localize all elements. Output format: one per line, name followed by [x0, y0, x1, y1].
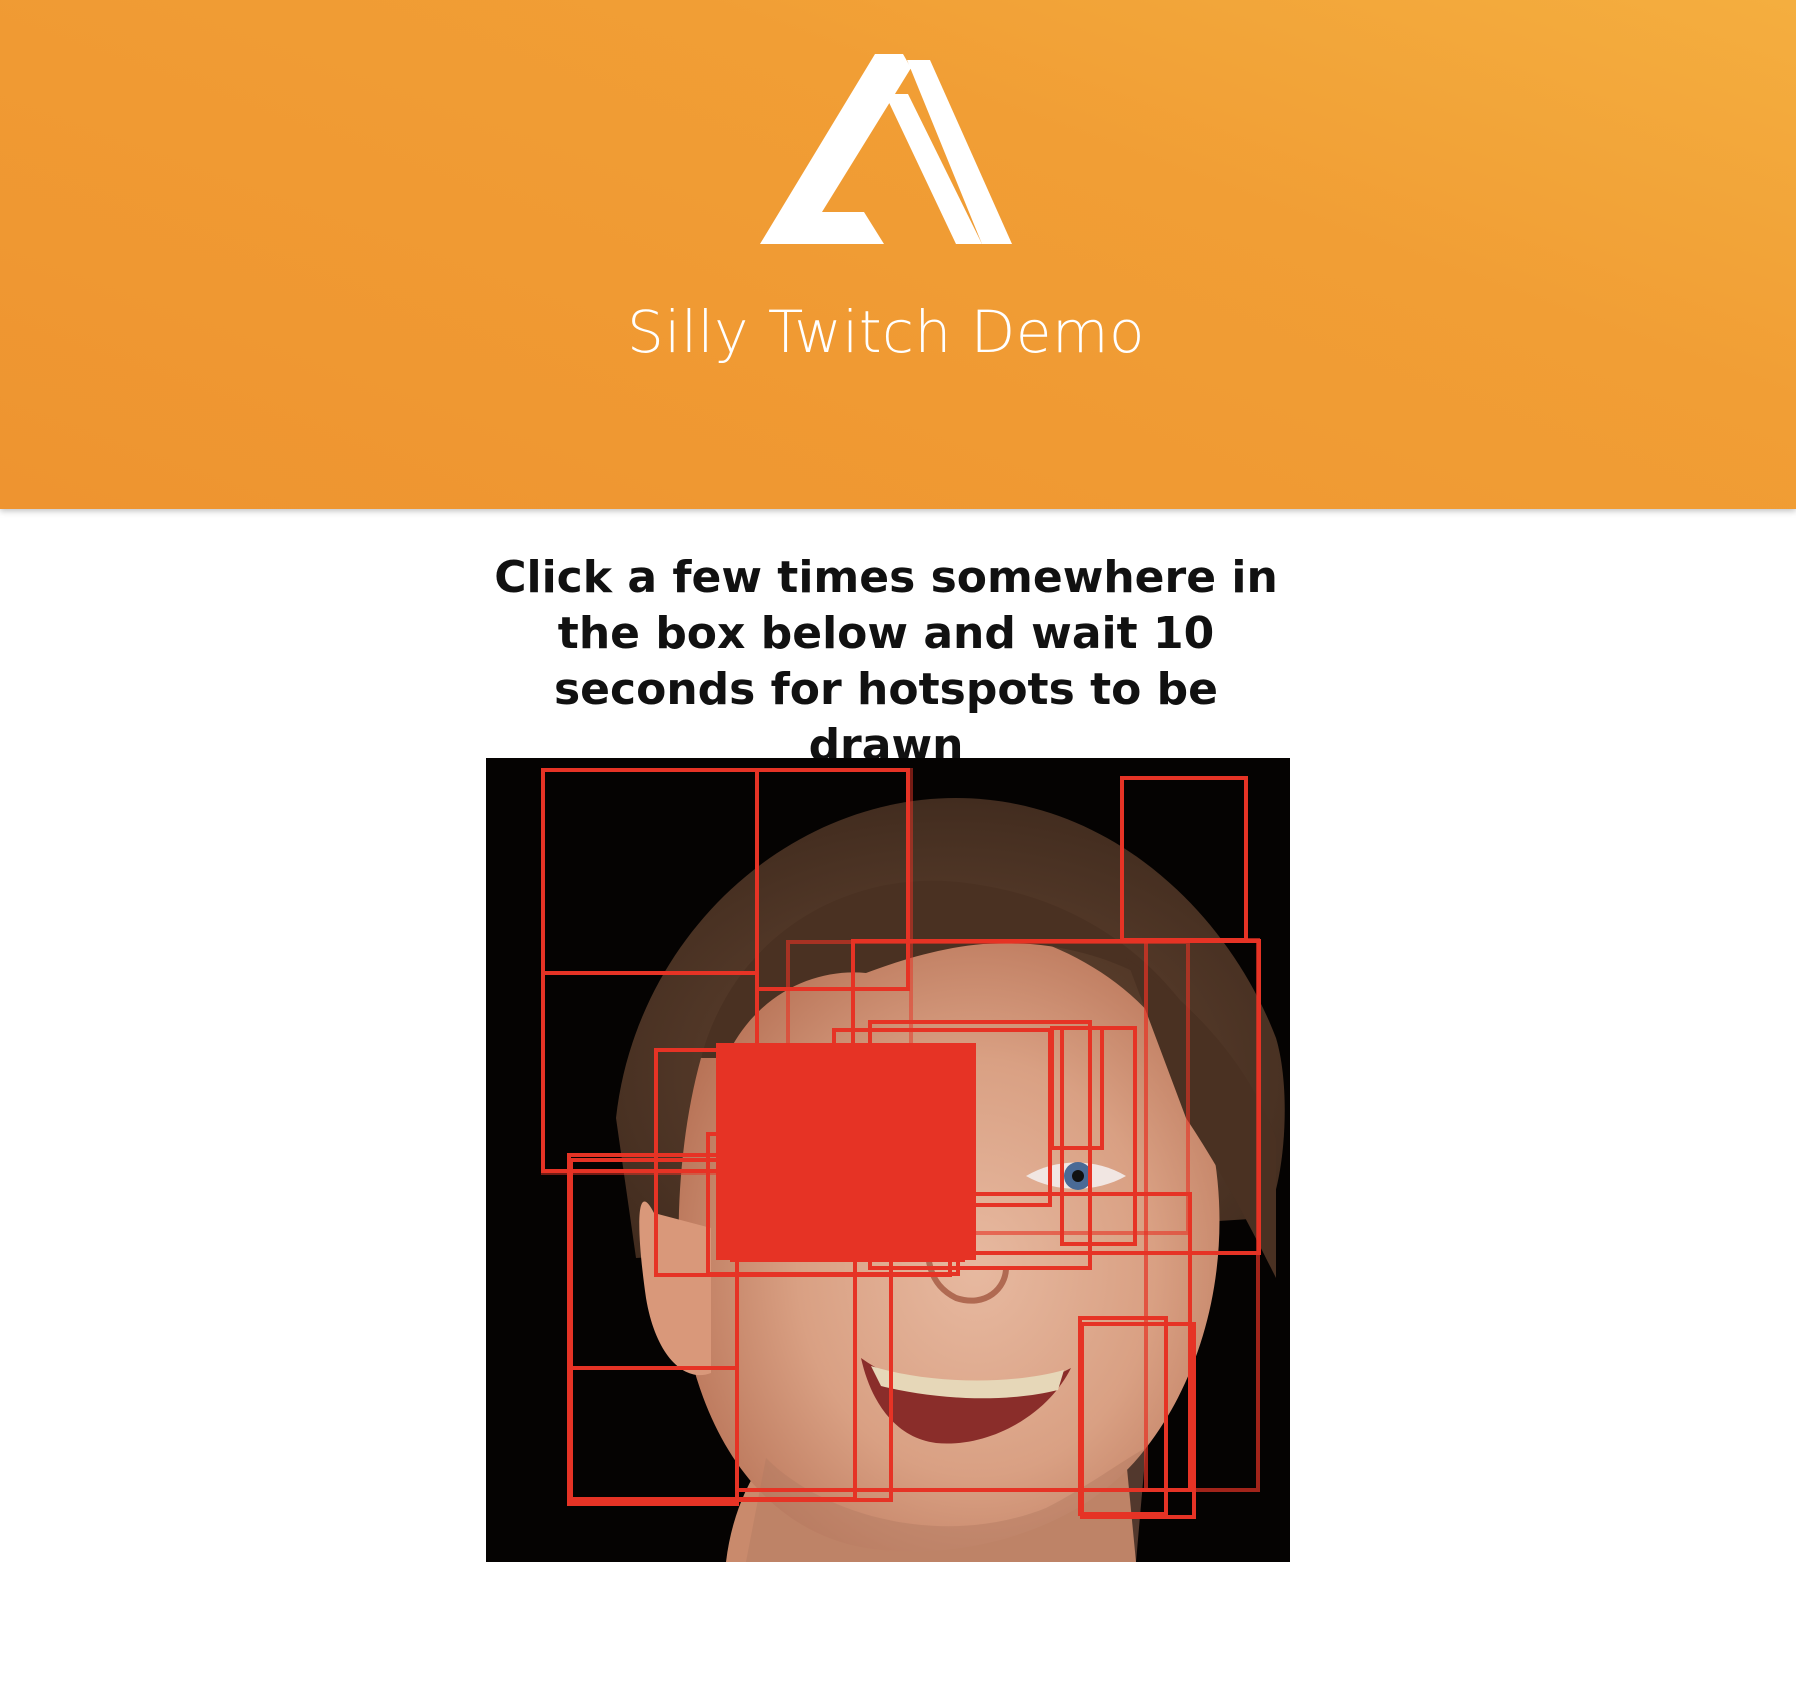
hotspot-filled	[716, 1043, 976, 1260]
hotspot-outline	[541, 768, 759, 975]
hotspot-outline	[1144, 938, 1260, 1492]
hotspot-filled-notch	[896, 1043, 966, 1047]
hotspot-outline	[1120, 776, 1248, 942]
hotspot-outline	[1060, 1026, 1137, 1246]
hotspot-outline	[1050, 1026, 1104, 1150]
hotspot-canvas[interactable]	[486, 758, 1290, 1562]
hotspots-layer	[541, 768, 1261, 1519]
app-header: Silly Twitch Demo	[0, 0, 1796, 509]
hotspot-outline	[1078, 1316, 1168, 1516]
instructions-heading: Click a few times somewhere in the box b…	[494, 552, 1278, 771]
app-title: Silly Twitch Demo	[627, 298, 1145, 366]
amplify-logo-icon	[760, 54, 1012, 244]
hotspot-outline	[567, 1366, 739, 1506]
hotspot-outline	[755, 768, 910, 991]
